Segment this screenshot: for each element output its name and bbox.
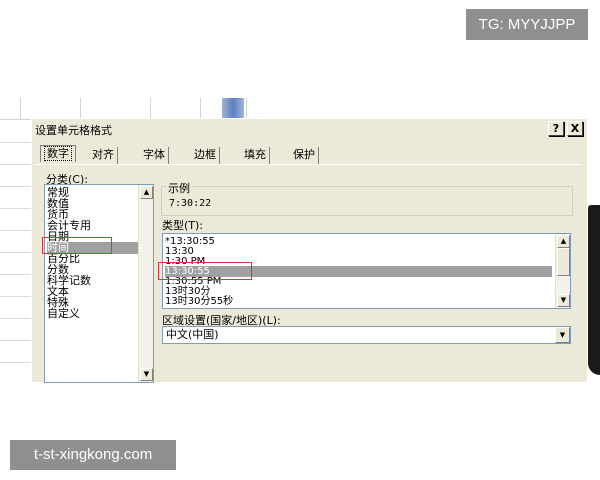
highlight-type-selected <box>158 262 252 280</box>
locale-select[interactable]: 中文(中国) ▼ <box>162 326 571 344</box>
tab-border[interactable]: 边框 <box>191 147 220 164</box>
type-item[interactable]: 13时30分55秒 <box>165 296 552 307</box>
category-item-custom[interactable]: 自定义 <box>47 308 137 320</box>
dialog-titlebar: 设置单元格格式 ? X <box>32 119 588 139</box>
tab-font[interactable]: 字体 <box>140 147 169 164</box>
help-button[interactable]: ? <box>548 121 564 136</box>
format-cells-dialog: 设置单元格格式 ? X 数字 对齐 字体 边框 填充 保护 分类(C): 常规 … <box>31 118 588 383</box>
selected-column-header <box>222 98 244 118</box>
tab-fill[interactable]: 填充 <box>241 147 270 164</box>
sheet-column-headers <box>0 98 248 120</box>
category-scrollbar[interactable]: ▲ ▼ <box>138 185 153 382</box>
scroll-down-arrow-icon[interactable]: ▼ <box>557 294 570 307</box>
dialog-title: 设置单元格格式 <box>35 124 112 137</box>
category-list[interactable]: 常规 数值 货币 会计专用 日期 时间 百分比 分数 科学记数 文本 特殊 自定… <box>44 184 154 383</box>
tab-alignment[interactable]: 对齐 <box>89 147 118 164</box>
scroll-up-arrow-icon[interactable]: ▲ <box>140 186 153 199</box>
locale-value: 中文(中国) <box>166 328 219 341</box>
sample-value: 7:30:22 <box>169 198 212 209</box>
highlight-category-time <box>42 237 112 254</box>
scroll-up-arrow-icon[interactable]: ▲ <box>557 235 570 248</box>
watermark-top: TG: MYYJJPP <box>466 9 588 40</box>
tab-protection[interactable]: 保护 <box>290 147 319 164</box>
type-scrollbar[interactable]: ▲ ▼ <box>555 234 570 308</box>
tab-divider <box>36 164 582 165</box>
sheet-row-lines <box>0 120 31 380</box>
type-scroll-thumb[interactable] <box>557 248 570 276</box>
background-shape <box>588 205 600 375</box>
scroll-down-arrow-icon[interactable]: ▼ <box>140 368 153 381</box>
sample-label: 示例 <box>166 180 192 196</box>
sample-group <box>161 186 573 216</box>
type-label: 类型(T): <box>162 219 204 232</box>
close-button[interactable]: X <box>567 121 583 136</box>
tab-strip: 数字 对齐 字体 边框 填充 保护 <box>36 145 556 165</box>
dropdown-arrow-icon[interactable]: ▼ <box>555 327 570 343</box>
watermark-bottom: t-st-xingkong.com <box>10 440 176 470</box>
tab-number[interactable]: 数字 <box>40 145 76 162</box>
